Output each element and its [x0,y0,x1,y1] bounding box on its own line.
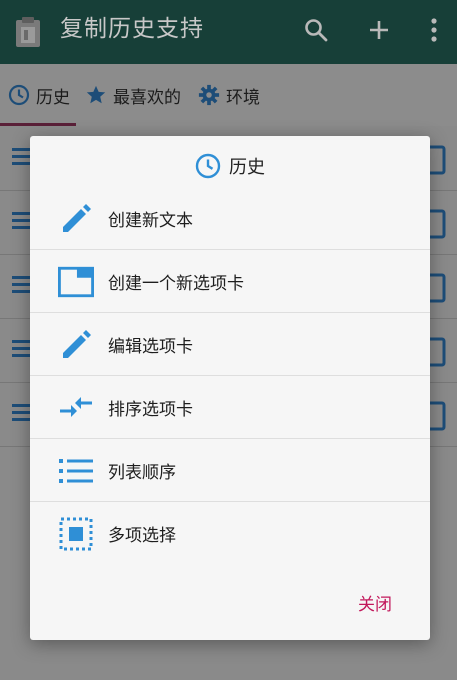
star-icon [86,85,106,104]
multi-select-icon [58,516,94,552]
new-tab-icon [58,264,94,300]
tab-bar: 历史 最喜欢的 环境 [0,64,457,126]
close-button[interactable]: 关闭 [350,590,400,620]
screen: 复制历史支持 历史 最喜欢的 环境 历史 创建新文本 创建一个新选项卡 编辑选项… [0,0,457,680]
tab-settings[interactable]: 环境 [198,64,260,126]
menu-item-create-text[interactable]: 创建新文本 [30,187,430,250]
menu-item-label: 创建一个新选项卡 [108,274,244,294]
add-button[interactable] [363,14,395,46]
tab-history[interactable]: 历史 [8,64,70,126]
clock-icon [195,153,221,179]
app-title: 复制历史支持 [60,16,204,42]
history-dialog: 历史 创建新文本 创建一个新选项卡 编辑选项卡 排序选项卡 列表顺序 多项选择 … [30,136,430,640]
clipboard-logo-icon [14,16,42,48]
plus-icon [370,21,388,39]
menu-item-label: 创建新文本 [108,211,193,231]
menu-item-label: 多项选择 [108,526,176,546]
overflow-menu-button[interactable] [418,14,450,46]
tab-favorites-label: 最喜欢的 [113,87,181,108]
app-bar: 复制历史支持 [0,0,457,64]
list-icon [58,453,94,489]
pencil-icon [58,201,94,237]
tab-history-label: 历史 [36,87,70,108]
pencil-icon [58,327,94,363]
menu-item-create-tab[interactable]: 创建一个新选项卡 [30,250,430,313]
dialog-title: 历史 [229,157,265,178]
sort-arrows-icon [58,390,94,426]
menu-item-edit-tab[interactable]: 编辑选项卡 [30,313,430,376]
menu-item-label: 编辑选项卡 [108,337,193,357]
search-button[interactable] [300,14,332,46]
menu-item-list-order[interactable]: 列表顺序 [30,439,430,502]
search-icon [305,19,328,42]
menu-item-label: 排序选项卡 [108,400,193,420]
menu-item-sort-tabs[interactable]: 排序选项卡 [30,376,430,439]
tab-indicator [0,123,76,126]
tab-settings-label: 环境 [226,87,260,108]
menu-item-label: 列表顺序 [108,463,176,483]
clock-icon [8,84,30,106]
menu-item-multi-select[interactable]: 多项选择 [30,502,430,565]
more-vert-icon [431,18,437,42]
tab-favorites[interactable]: 最喜欢的 [85,64,181,126]
gear-icon [198,84,220,106]
